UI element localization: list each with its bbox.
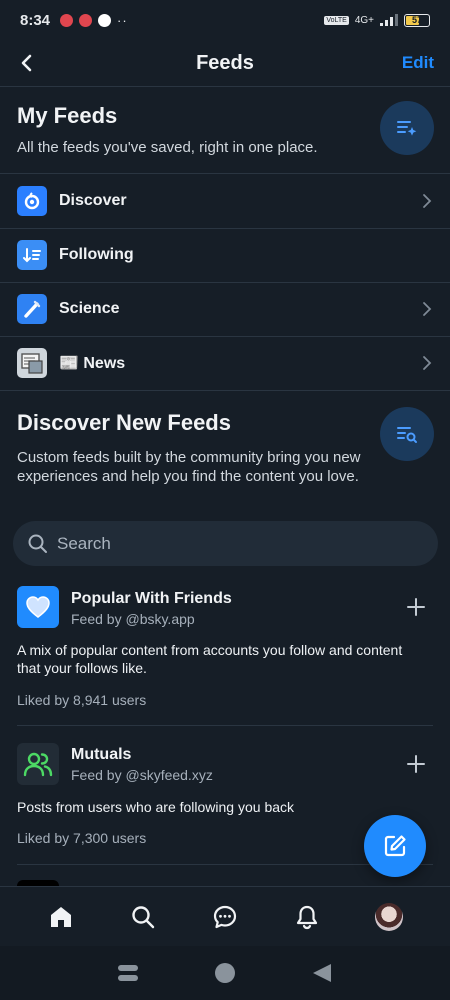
profile-avatar	[375, 902, 403, 931]
battery-icon: 57	[404, 13, 430, 27]
heart-icon	[26, 596, 50, 618]
add-feed-icon[interactable]	[406, 754, 426, 774]
feed-row-discover[interactable]: Discover	[0, 174, 450, 228]
discover-butterfly-icon	[17, 186, 47, 216]
bottom-nav	[0, 886, 450, 946]
nav-search[interactable]	[121, 895, 165, 939]
status-right: VoLTE 4G+ 57	[324, 13, 430, 27]
divider	[0, 390, 450, 391]
search-icon	[132, 905, 155, 928]
feed-name[interactable]: Popular With Friends	[71, 590, 232, 608]
people-icon	[23, 752, 53, 777]
more-notifications-icon: ··	[117, 12, 128, 28]
list-search-icon	[397, 427, 417, 443]
chevron-right-icon	[423, 356, 432, 370]
status-bar: 8:34 ·· VoLTE 4G+ 57	[0, 0, 450, 40]
nav-notifications[interactable]	[285, 895, 329, 939]
home-icon	[51, 906, 71, 927]
feed-label: Discover	[59, 192, 127, 209]
feed-author: Feed by @skyfeed.xyz	[71, 767, 213, 783]
feed-row-news[interactable]: 📰 News	[0, 336, 450, 390]
feed-name[interactable]: Mutuals	[71, 746, 131, 764]
discover-description: Custom feeds built by the community brin…	[17, 449, 361, 485]
chevron-right-icon	[423, 302, 432, 316]
feed-label: Following	[59, 246, 134, 263]
search-placeholder: Search	[57, 533, 111, 553]
mutuals-feed-avatar[interactable]	[17, 743, 59, 785]
notifications-bell-icon	[296, 905, 318, 929]
volte-icon: VoLTE	[324, 15, 349, 25]
page-title: Feeds	[196, 51, 254, 74]
search-input[interactable]: Search	[13, 521, 438, 566]
notification-icon	[98, 13, 112, 27]
edit-button[interactable]: Edit	[402, 53, 434, 73]
signal-icon	[380, 14, 398, 26]
notification-icon	[79, 13, 93, 27]
feed-description: A mix of popular content from accounts y…	[17, 642, 403, 676]
nav-home[interactable]	[39, 895, 83, 939]
status-left: 8:34 ··	[20, 12, 128, 29]
battery-level: 57	[411, 15, 422, 25]
add-feed-icon[interactable]	[406, 597, 426, 617]
discover-title: Discover New Feeds	[17, 410, 231, 435]
feed-likes[interactable]: Liked by 7,300 users	[17, 830, 146, 846]
divider	[0, 86, 450, 87]
discover-feeds-button[interactable]	[380, 407, 434, 461]
status-time: 8:34	[20, 11, 51, 29]
compose-icon	[384, 835, 406, 857]
feed-row-science[interactable]: Science	[0, 282, 450, 336]
feed-row-following[interactable]: Following	[0, 228, 450, 282]
heart-feed-avatar[interactable]	[17, 586, 59, 628]
nav-chat[interactable]	[203, 895, 247, 939]
compose-button[interactable]	[364, 815, 426, 877]
feed-label: 📰 News	[59, 355, 126, 372]
chevron-right-icon	[423, 194, 432, 208]
news-image-icon	[17, 348, 47, 378]
nav-profile[interactable]	[367, 895, 411, 939]
search-icon	[28, 534, 47, 553]
header: Feeds Edit	[0, 40, 450, 86]
my-feeds-title: My Feeds	[17, 103, 118, 128]
network-type: 4G+	[354, 14, 374, 26]
sparkle-list-icon	[397, 121, 417, 136]
feed-likes[interactable]: Liked by 8,941 users	[17, 692, 146, 708]
following-list-icon	[17, 240, 47, 270]
notification-icon	[60, 13, 74, 27]
back-triangle-icon[interactable]	[311, 962, 333, 984]
feed-description: Posts from users who are following you b…	[17, 799, 295, 815]
my-feeds-description: All the feeds you've saved, right in one…	[17, 139, 318, 156]
edit-feeds-button[interactable]	[380, 101, 434, 155]
divider	[17, 725, 433, 726]
science-pipette-icon	[17, 294, 47, 324]
back-icon[interactable]	[14, 50, 40, 76]
feed-label: Science	[59, 300, 120, 317]
recent-apps-icon[interactable]	[117, 963, 139, 983]
system-nav-bar	[0, 946, 450, 1000]
chat-icon	[213, 905, 237, 928]
home-circle-icon[interactable]	[214, 962, 236, 984]
feed-author: Feed by @bsky.app	[71, 611, 195, 627]
